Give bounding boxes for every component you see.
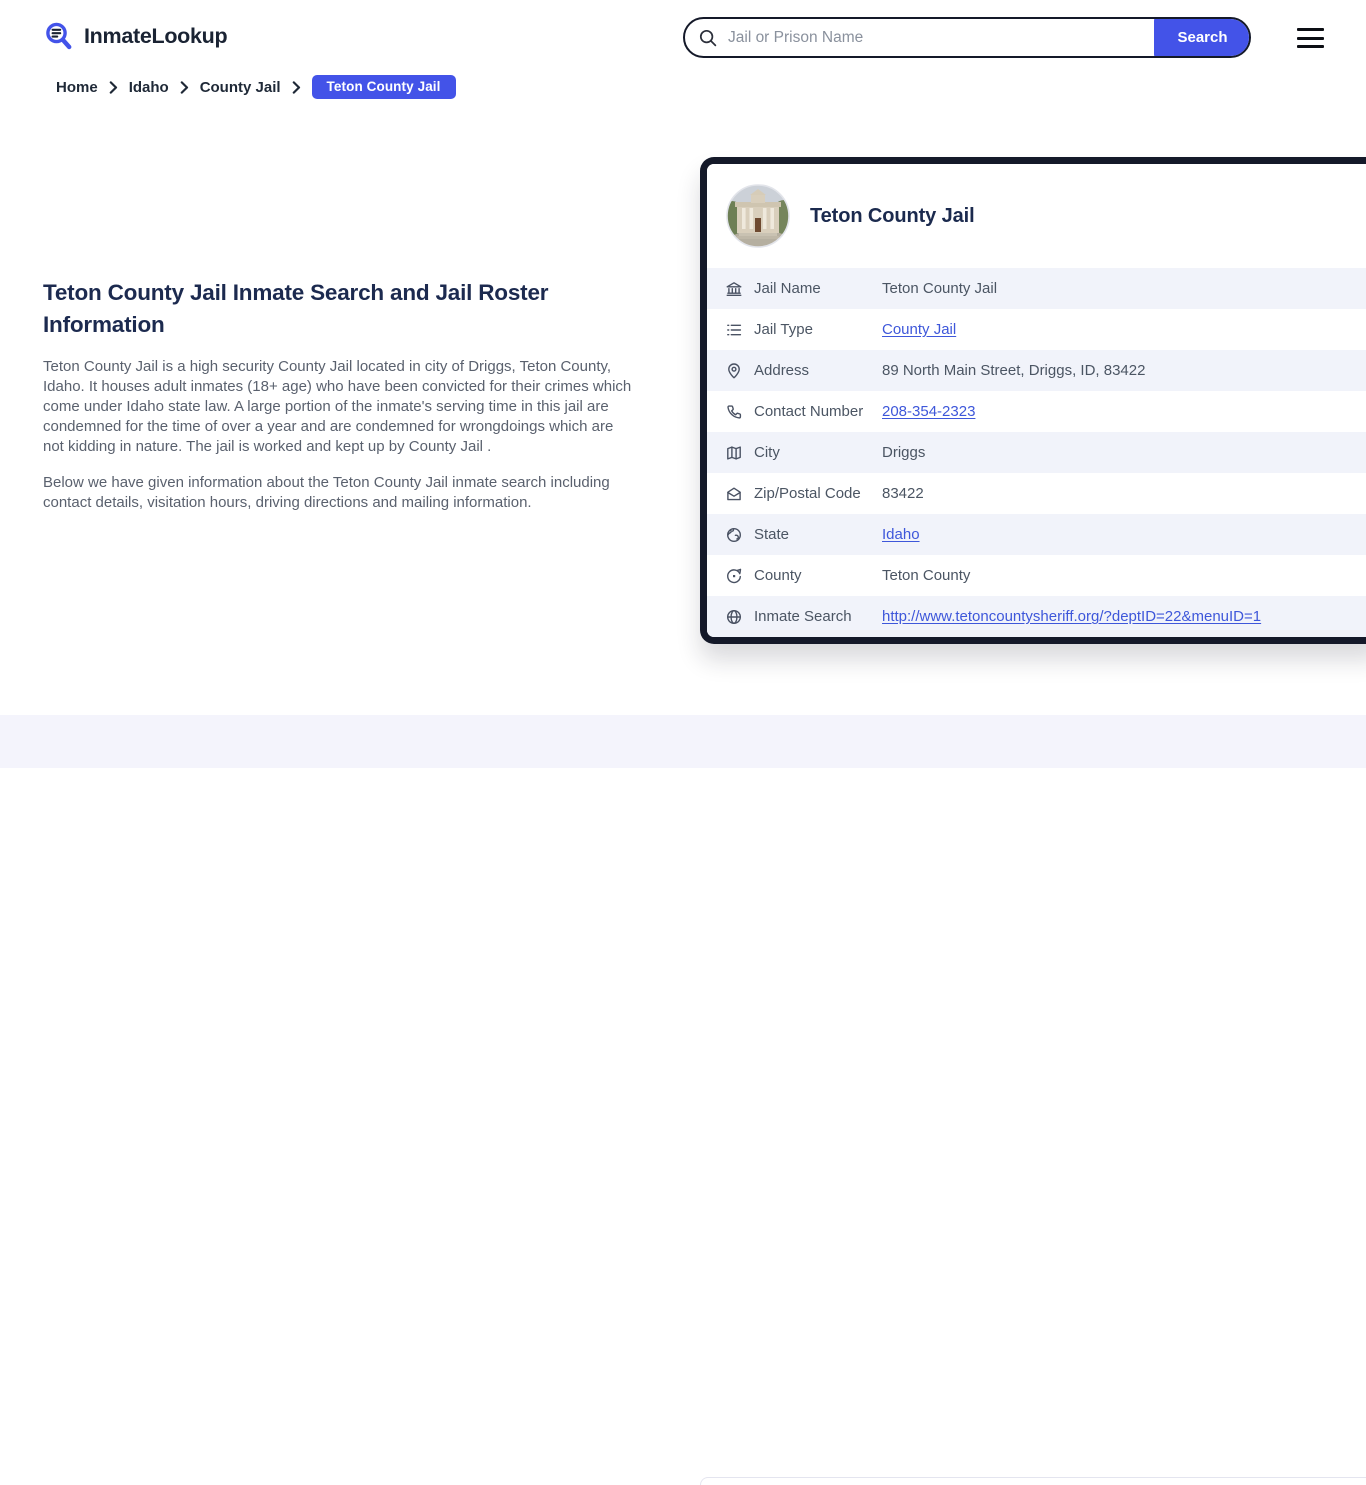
jail-card-header: Teton County Jail (707, 164, 1366, 268)
globe-icon (725, 526, 743, 544)
row-label: State (754, 526, 790, 543)
chevron-right-icon (109, 81, 118, 94)
logo-magnifier-icon (43, 20, 75, 52)
row-label: Zip/Postal Code (754, 485, 861, 502)
row-label: Address (754, 362, 810, 379)
chevron-right-icon (180, 81, 189, 94)
row-value-link[interactable]: County Jail (882, 321, 956, 338)
globe-search-icon (725, 608, 743, 626)
row-label: County (754, 567, 802, 584)
jail-info-row: Address 89 North Main Street, Driggs, ID,… (707, 350, 1366, 391)
jail-info-row: Zip/Postal Code 83422 (707, 473, 1366, 514)
jail-info-row: Contact Number 208-354-2323 (707, 391, 1366, 432)
row-value: Driggs (882, 444, 926, 461)
breadcrumb-link-idaho[interactable]: Idaho (129, 79, 169, 96)
search-bar: Search (683, 17, 1251, 58)
search-button[interactable]: Search (1154, 19, 1249, 56)
envelope-open-icon (725, 485, 743, 503)
jail-info-row: State Idaho (707, 514, 1366, 555)
row-label: Contact Number (754, 403, 864, 420)
jail-info-row: County Teton County (707, 555, 1366, 596)
row-value-link[interactable]: 208-354-2323 (882, 403, 975, 420)
search-icon (698, 28, 718, 48)
intro-paragraph: Teton County Jail is a high security Cou… (43, 358, 632, 455)
next-card-peek (700, 1477, 1366, 1485)
secondary-paragraph: Below we have given information about th… (43, 474, 610, 511)
row-value: Teton County (882, 567, 971, 584)
row-value: 83422 (882, 485, 924, 502)
jail-photo-avatar (726, 184, 790, 248)
jail-card-title: Teton County Jail (810, 204, 975, 227)
phone-icon (725, 403, 743, 421)
row-label: City (754, 444, 780, 461)
list-icon (725, 321, 743, 339)
row-value: 89 North Main Street, Driggs, ID, 83422 (882, 362, 1146, 379)
breadcrumb: Home Idaho County Jail Teton County Jail (56, 75, 456, 99)
jail-info-row: Jail Name Teton County Jail (707, 268, 1366, 309)
row-label: Jail Name (754, 280, 821, 297)
row-label: Jail Type (754, 321, 813, 338)
menu-icon[interactable] (1297, 28, 1324, 48)
chevron-right-icon (292, 81, 301, 94)
row-label: Inmate Search (754, 608, 852, 625)
breadcrumb-link-home[interactable]: Home (56, 79, 98, 96)
breadcrumb-link-county-jail[interactable]: County Jail (200, 79, 281, 96)
row-value-link[interactable]: http://www.tetoncountysheriff.org/?deptI… (882, 608, 1261, 625)
county-map-icon (725, 567, 743, 585)
jail-info-row: City Driggs (707, 432, 1366, 473)
row-value: Teton County Jail (882, 280, 998, 297)
jail-info-row: Inmate Search http://www.tetoncountysheri… (707, 596, 1366, 637)
article: Teton County Jail Inmate Search and Jail… (43, 277, 635, 529)
jail-info-card: Teton County Jail Jail Name Teton County … (700, 157, 1366, 644)
bank-icon (725, 280, 743, 298)
brand-name: InmateLookup (84, 23, 228, 48)
page-title: Teton County Jail Inmate Search and Jail… (43, 280, 549, 337)
jail-info-row: Jail Type County Jail (707, 309, 1366, 350)
search-input[interactable] (726, 19, 1154, 56)
map-icon (725, 444, 743, 462)
footer-strip (0, 715, 1366, 1485)
map-pin-icon (725, 362, 743, 380)
breadcrumb-current-badge: Teton County Jail (311, 75, 456, 99)
logo[interactable]: InmateLookup (43, 20, 228, 52)
jail-info-table: Jail Name Teton County Jail Jail Type Coun… (707, 268, 1366, 637)
row-value-link[interactable]: Idaho (882, 526, 920, 543)
